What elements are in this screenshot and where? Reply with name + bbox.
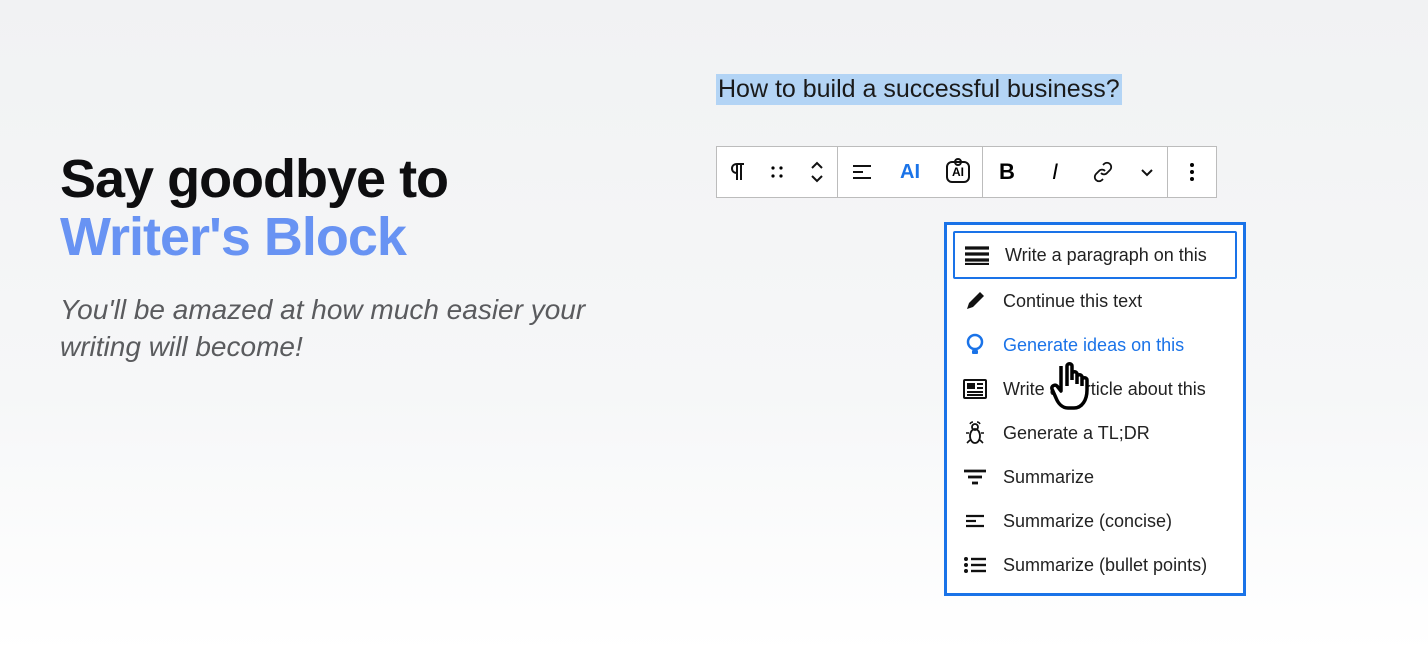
menu-item-label: Summarize bbox=[1003, 467, 1094, 488]
menu-item-label: Write a paragraph on this bbox=[1005, 245, 1207, 266]
bold-button[interactable]: B bbox=[983, 147, 1031, 197]
menu-item-label: Summarize (concise) bbox=[1003, 511, 1172, 532]
filter-lines-icon bbox=[961, 465, 989, 489]
editor-toolbar: AI AI B I bbox=[716, 146, 1217, 198]
hero-copy: Say goodbye to Writer's Block You'll be … bbox=[60, 150, 620, 365]
pencil-icon bbox=[961, 289, 989, 313]
document-title[interactable]: How to build a successful business? bbox=[716, 74, 1122, 105]
menu-item-generate-tldr[interactable]: Generate a TL;DR bbox=[953, 411, 1237, 455]
ai-assist-button[interactable]: AI bbox=[886, 147, 934, 197]
overflow-menu-button[interactable] bbox=[1168, 147, 1216, 197]
bullet-list-icon bbox=[961, 553, 989, 577]
ai-text-icon: AI bbox=[900, 161, 920, 184]
chevron-down-icon bbox=[1140, 167, 1154, 177]
newspaper-icon bbox=[961, 377, 989, 401]
kebab-icon bbox=[1189, 162, 1195, 182]
menu-item-summarize-bullets[interactable]: Summarize (bullet points) bbox=[953, 543, 1237, 587]
lightbulb-icon bbox=[961, 333, 989, 357]
menu-item-label: Continue this text bbox=[1003, 291, 1142, 312]
italic-button[interactable]: I bbox=[1031, 147, 1079, 197]
link-button[interactable] bbox=[1079, 147, 1127, 197]
ai-box-icon: AI bbox=[946, 161, 970, 183]
pilcrow-icon[interactable] bbox=[717, 147, 757, 197]
move-up-down-icon[interactable] bbox=[797, 147, 837, 197]
menu-item-label: Summarize (bullet points) bbox=[1003, 555, 1207, 576]
link-icon bbox=[1092, 161, 1114, 183]
short-lines-icon bbox=[961, 509, 989, 533]
pointer-cursor-icon bbox=[1045, 358, 1103, 416]
bold-icon: B bbox=[999, 159, 1015, 185]
bug-icon bbox=[961, 421, 989, 445]
italic-icon: I bbox=[1052, 159, 1058, 185]
menu-item-summarize-concise[interactable]: Summarize (concise) bbox=[953, 499, 1237, 543]
drag-handle-icon[interactable] bbox=[757, 147, 797, 197]
hero-headline-2: Writer's Block bbox=[60, 205, 620, 270]
more-format-dropdown[interactable] bbox=[1127, 147, 1167, 197]
menu-item-continue-text[interactable]: Continue this text bbox=[953, 279, 1237, 323]
paragraph-lines-icon bbox=[963, 243, 991, 267]
editor-title-row: How to build a successful business? bbox=[716, 74, 1122, 105]
menu-item-label: Generate a TL;DR bbox=[1003, 423, 1150, 444]
ai-panel-button[interactable]: AI bbox=[934, 147, 982, 197]
menu-item-write-paragraph[interactable]: Write a paragraph on this bbox=[953, 231, 1237, 279]
hero-headline-1: Say goodbye to bbox=[60, 150, 620, 209]
menu-item-label: Generate ideas on this bbox=[1003, 335, 1184, 356]
hero-subtitle: You'll be amazed at how much easier your… bbox=[60, 292, 620, 365]
menu-item-summarize[interactable]: Summarize bbox=[953, 455, 1237, 499]
menu-item-label: Write an article about this bbox=[1003, 379, 1206, 400]
align-left-icon[interactable] bbox=[838, 147, 886, 197]
